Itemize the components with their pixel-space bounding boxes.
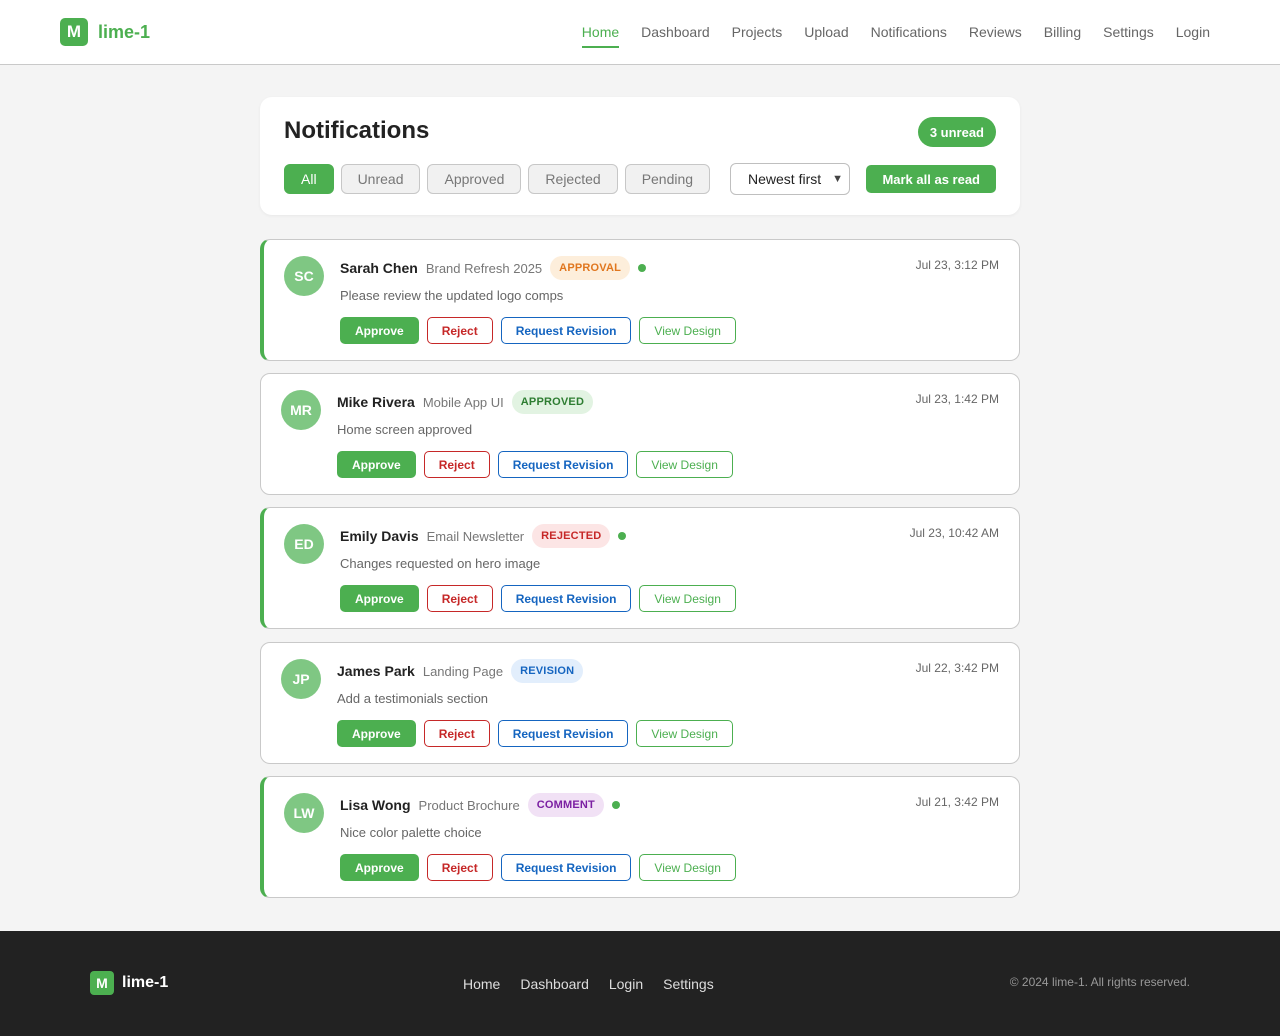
sender-name: James Park xyxy=(337,663,415,679)
status-badge: REJECTED xyxy=(532,524,611,548)
timestamp: Jul 21, 3:42 PM xyxy=(915,795,999,809)
approve-button[interactable]: Approve xyxy=(340,317,419,344)
nav-dashboard[interactable]: Dashboard xyxy=(641,0,710,48)
status-badge: APPROVED xyxy=(511,390,594,414)
filter-tabs: All Unread Approved Rejected Pending xyxy=(284,164,711,194)
notification-card: JP James Park Landing Page REVISION Jul … xyxy=(260,642,1020,764)
brand-name: lime-1 xyxy=(98,21,151,42)
notification-card: MR Mike Rivera Mobile App UI APPROVED Ju… xyxy=(260,373,1020,495)
notification-card: LW Lisa Wong Product Brochure COMMENT Ju… xyxy=(260,776,1020,898)
sender-name: Mike Rivera xyxy=(337,394,415,410)
nav-settings[interactable]: Settings xyxy=(1103,0,1154,48)
filter-rejected[interactable]: Rejected xyxy=(528,164,618,194)
notification-message: Nice color palette choice xyxy=(340,825,482,840)
approve-button[interactable]: Approve xyxy=(340,854,419,881)
footer-link-login[interactable]: Login xyxy=(609,976,643,992)
request-revision-button[interactable]: Request Revision xyxy=(500,317,632,344)
main-nav: Home Dashboard Projects Upload Notificat… xyxy=(581,0,1210,64)
approve-button[interactable]: Approve xyxy=(340,585,419,612)
page-title: Notifications xyxy=(284,117,430,144)
filter-all[interactable]: All xyxy=(284,164,334,194)
notification-message: Changes requested on hero image xyxy=(340,556,541,571)
notifications-panel: Notifications 3 unread All Unread Approv… xyxy=(260,97,1020,215)
notification-message: Add a testimonials section xyxy=(337,691,489,706)
filter-unread[interactable]: Unread xyxy=(340,164,421,194)
sender-name: Emily Davis xyxy=(340,528,419,544)
nav-login[interactable]: Login xyxy=(1176,0,1210,48)
avatar: JP xyxy=(281,659,321,699)
project-name: Landing Page xyxy=(422,663,504,679)
reject-button[interactable]: Reject xyxy=(423,720,490,747)
avatar: SC xyxy=(284,256,324,296)
timestamp: Jul 23, 10:42 AM xyxy=(909,526,999,540)
unread-count-badge: 3 unread xyxy=(917,117,996,147)
request-revision-button[interactable]: Request Revision xyxy=(500,854,632,881)
timestamp: Jul 23, 3:12 PM xyxy=(915,258,999,272)
unread-dot-icon xyxy=(618,532,627,540)
nav-reviews[interactable]: Reviews xyxy=(969,0,1022,48)
footer-link-home[interactable]: Home xyxy=(463,976,500,992)
request-revision-button[interactable]: Request Revision xyxy=(497,720,629,747)
filter-pending[interactable]: Pending xyxy=(624,164,711,194)
unread-dot-icon xyxy=(638,264,647,272)
brand-logo-icon: M xyxy=(60,18,88,46)
footer-link-dashboard[interactable]: Dashboard xyxy=(520,976,589,992)
reject-button[interactable]: Reject xyxy=(426,854,493,881)
nav-billing[interactable]: Billing xyxy=(1044,0,1081,48)
reject-button[interactable]: Reject xyxy=(423,451,490,478)
nav-projects[interactable]: Projects xyxy=(732,0,783,48)
mark-all-read-button[interactable]: Mark all as read xyxy=(866,165,996,193)
project-name: Email Newsletter xyxy=(426,528,525,544)
notification-card: SC Sarah Chen Brand Refresh 2025 APPROVA… xyxy=(260,239,1020,361)
status-badge: COMMENT xyxy=(527,793,604,817)
unread-dot-icon xyxy=(611,801,620,809)
top-navbar: M lime-1 Home Dashboard Projects Upload … xyxy=(0,0,1280,65)
project-name: Mobile App UI xyxy=(422,394,504,410)
view-design-button[interactable]: View Design xyxy=(639,854,736,881)
filter-approved[interactable]: Approved xyxy=(427,164,522,194)
reject-button[interactable]: Reject xyxy=(426,585,493,612)
status-badge: REVISION xyxy=(511,659,584,683)
footer-logo-icon: M xyxy=(90,971,114,995)
brand[interactable]: M lime-1 xyxy=(60,18,150,46)
timestamp: Jul 23, 1:42 PM xyxy=(915,392,999,406)
nav-notifications[interactable]: Notifications xyxy=(871,0,947,48)
sender-name: Sarah Chen xyxy=(340,260,418,276)
project-name: Brand Refresh 2025 xyxy=(425,260,543,276)
footer-brand[interactable]: M lime-1 xyxy=(90,971,168,995)
footer-brand-name: lime-1 xyxy=(122,974,169,991)
view-design-button[interactable]: View Design xyxy=(636,451,733,478)
sender-name: Lisa Wong xyxy=(340,797,411,813)
view-design-button[interactable]: View Design xyxy=(639,317,736,344)
avatar: LW xyxy=(284,793,324,833)
avatar: ED xyxy=(284,524,324,564)
request-revision-button[interactable]: Request Revision xyxy=(497,451,629,478)
sort-selected-value: Newest first xyxy=(748,171,822,187)
project-name: Product Brochure xyxy=(418,797,520,813)
nav-upload[interactable]: Upload xyxy=(804,0,848,48)
approve-button[interactable]: Approve xyxy=(337,720,416,747)
view-design-button[interactable]: View Design xyxy=(636,720,733,747)
status-badge: APPROVAL xyxy=(550,256,631,280)
reject-button[interactable]: Reject xyxy=(426,317,493,344)
view-design-button[interactable]: View Design xyxy=(639,585,736,612)
timestamp: Jul 22, 3:42 PM xyxy=(915,661,999,675)
chevron-down-icon: ▼ xyxy=(832,173,843,185)
footer: M lime-1 Home Dashboard Login Settings ©… xyxy=(0,931,1280,1036)
request-revision-button[interactable]: Request Revision xyxy=(500,585,632,612)
sort-select[interactable]: Newest first ▼ xyxy=(730,163,850,195)
avatar: MR xyxy=(281,390,321,430)
copyright: © 2024 lime-1. All rights reserved. xyxy=(1009,975,1190,989)
footer-link-settings[interactable]: Settings xyxy=(663,976,714,992)
notification-card: ED Emily Davis Email Newsletter REJECTED… xyxy=(260,507,1020,629)
notification-message: Please review the updated logo comps xyxy=(340,288,564,303)
notification-message: Home screen approved xyxy=(337,422,473,437)
footer-nav: Home Dashboard Login Settings xyxy=(463,976,714,992)
nav-home[interactable]: Home xyxy=(581,0,620,48)
approve-button[interactable]: Approve xyxy=(337,451,416,478)
